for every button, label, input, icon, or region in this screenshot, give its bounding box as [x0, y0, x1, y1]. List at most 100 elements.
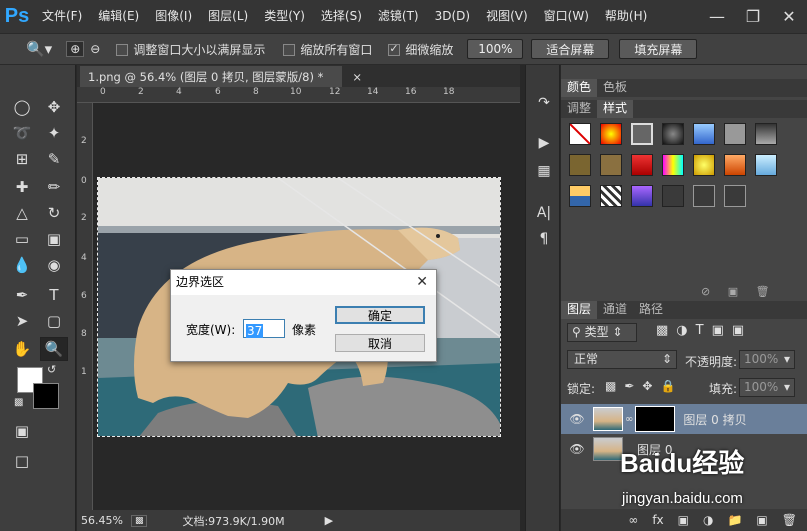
resize-windows-option[interactable]: 调整窗口大小以满屏显示	[116, 41, 265, 58]
blend-mode-select[interactable]: 正常 ⇕	[567, 350, 677, 369]
opacity-input[interactable]: 100% ▾	[739, 350, 795, 369]
style-swatch[interactable]	[724, 185, 746, 207]
tab-styles[interactable]: 样式	[597, 100, 634, 118]
zoom-tool-icon[interactable]: 🔍▾	[26, 40, 52, 58]
eyedropper-icon[interactable]: ✎	[40, 147, 68, 171]
style-swatch[interactable]	[600, 185, 622, 207]
zoom-tool-active-icon[interactable]: 🔍	[40, 337, 68, 361]
healing-brush-icon[interactable]: ✚	[8, 175, 36, 199]
layer-row-copy[interactable]: 👁 ∞ 图层 0 拷贝	[561, 404, 807, 434]
ok-button[interactable]: 确定	[335, 306, 425, 324]
fx-icon[interactable]: fx	[652, 513, 663, 527]
style-swatch[interactable]	[662, 123, 684, 145]
paragraph-icon[interactable]: ¶	[532, 229, 556, 249]
new-layer-icon[interactable]: ▣	[756, 513, 767, 527]
style-swatch[interactable]	[662, 154, 684, 176]
style-none-swatch[interactable]	[569, 123, 591, 145]
lock-all-icon[interactable]: 🔒	[660, 379, 683, 393]
lock-position-icon[interactable]: ✥	[642, 379, 660, 393]
default-colors-icon[interactable]: ▩	[14, 397, 23, 408]
add-mask-icon[interactable]: ▣	[678, 513, 689, 527]
menu-layer[interactable]: 图层(L)	[200, 0, 256, 33]
history-icon[interactable]: ↷	[532, 93, 556, 113]
menu-window[interactable]: 窗口(W)	[536, 0, 597, 33]
hand-tool-icon[interactable]: ✋	[8, 337, 36, 361]
delete-layer-icon[interactable]: 🗑	[782, 513, 797, 527]
actions-play-icon[interactable]: ▶	[532, 133, 556, 153]
marquee-tool-icon[interactable]: ◯	[8, 95, 36, 119]
shape-filter-icon[interactable]: ▣	[712, 323, 732, 338]
chevron-down-icon[interactable]: ▾	[784, 379, 790, 396]
menu-filter[interactable]: 滤镜(T)	[370, 0, 427, 33]
style-swatch[interactable]	[600, 154, 622, 176]
style-swatch[interactable]	[631, 123, 653, 145]
new-style-icon[interactable]: ▣	[728, 285, 738, 298]
fill-input[interactable]: 100% ▾	[739, 378, 795, 397]
style-swatch[interactable]	[724, 123, 746, 145]
eye-icon[interactable]: 👁	[561, 442, 593, 456]
style-swatch[interactable]	[693, 185, 715, 207]
adjustment-layer-icon[interactable]: ◑	[703, 513, 713, 527]
type-tool-icon[interactable]: T	[40, 283, 68, 307]
delete-style-icon[interactable]: 🗑	[756, 285, 770, 298]
adjustment-filter-icon[interactable]: ◑	[676, 323, 695, 338]
style-swatch[interactable]	[724, 154, 746, 176]
blur-tool-icon[interactable]: 💧	[8, 253, 36, 277]
scrubby-zoom-option[interactable]: 细微缩放	[388, 41, 453, 58]
type-filter-icon[interactable]: T	[696, 323, 712, 338]
zoom-in-icon[interactable]: ⊕	[66, 41, 85, 57]
style-swatch[interactable]	[693, 123, 715, 145]
new-group-icon[interactable]: 📁	[727, 513, 742, 527]
style-swatch[interactable]	[569, 185, 591, 207]
brush-tool-icon[interactable]: ✏	[40, 175, 68, 199]
rectangle-tool-icon[interactable]: ▢	[40, 309, 68, 333]
style-swatch[interactable]	[600, 123, 622, 145]
style-swatch[interactable]	[755, 154, 777, 176]
fit-screen-button[interactable]: 适合屏幕	[531, 39, 610, 59]
clone-stamp-icon[interactable]: △	[8, 201, 36, 225]
background-color-swatch[interactable]	[33, 383, 59, 409]
menu-edit[interactable]: 编辑(E)	[90, 0, 147, 33]
menu-select[interactable]: 选择(S)	[313, 0, 370, 33]
menu-type[interactable]: 类型(Y)	[256, 0, 313, 33]
pen-tool-icon[interactable]: ✒	[8, 283, 36, 307]
3d-cube-icon[interactable]: ▦	[532, 161, 556, 181]
menu-view[interactable]: 视图(V)	[478, 0, 536, 33]
close-tab-icon[interactable]: ×	[352, 66, 362, 88]
eraser-icon[interactable]: ▭	[8, 227, 36, 251]
close-window-button[interactable]: ✕	[771, 0, 807, 33]
chevron-down-icon[interactable]: ▾	[784, 351, 790, 368]
quick-mask-icon[interactable]: ▣	[8, 419, 36, 443]
lock-pixels-icon[interactable]: ✒	[624, 379, 642, 393]
style-swatch[interactable]	[662, 185, 684, 207]
width-input[interactable]: 37	[243, 319, 285, 338]
gradient-tool-icon[interactable]: ▣	[40, 227, 68, 251]
dialog-close-icon[interactable]: ✕	[416, 274, 428, 290]
zoom-100-button[interactable]: 100%	[467, 39, 524, 59]
menu-help[interactable]: 帮助(H)	[597, 0, 655, 33]
tab-layers[interactable]: 图层	[561, 301, 598, 319]
eye-icon[interactable]: 👁	[561, 412, 593, 426]
tab-adjustments[interactable]: 调整	[561, 100, 597, 118]
lasso-tool-icon[interactable]: ➰	[8, 121, 36, 145]
style-swatch[interactable]	[631, 185, 653, 207]
swap-colors-icon[interactable]: ↺	[47, 363, 56, 376]
tab-paths[interactable]: 路径	[633, 301, 669, 319]
path-selection-icon[interactable]: ➤	[8, 309, 36, 333]
tab-swatches[interactable]: 色板	[597, 79, 633, 97]
pixel-filter-icon[interactable]: ▩	[656, 323, 676, 338]
cancel-button[interactable]: 取消	[335, 334, 425, 352]
resize-windows-checkbox[interactable]	[116, 44, 129, 56]
smart-object-filter-icon[interactable]: ▣	[732, 323, 752, 338]
zoom-level[interactable]: 56.45%	[81, 514, 123, 527]
tab-channels[interactable]: 通道	[597, 301, 633, 319]
move-tool-icon[interactable]: ✥	[40, 95, 68, 119]
no-style-icon[interactable]: ⊘	[701, 285, 710, 298]
status-menu-arrow-icon[interactable]: ▶	[325, 514, 333, 527]
fill-screen-button[interactable]: 填充屏幕	[619, 39, 698, 59]
dodge-tool-icon[interactable]: ◉	[40, 253, 68, 277]
style-swatch[interactable]	[569, 154, 591, 176]
scrubby-zoom-checkbox[interactable]	[388, 42, 401, 56]
crop-tool-icon[interactable]: ⊞	[8, 147, 36, 171]
zoom-all-checkbox[interactable]	[283, 44, 296, 56]
